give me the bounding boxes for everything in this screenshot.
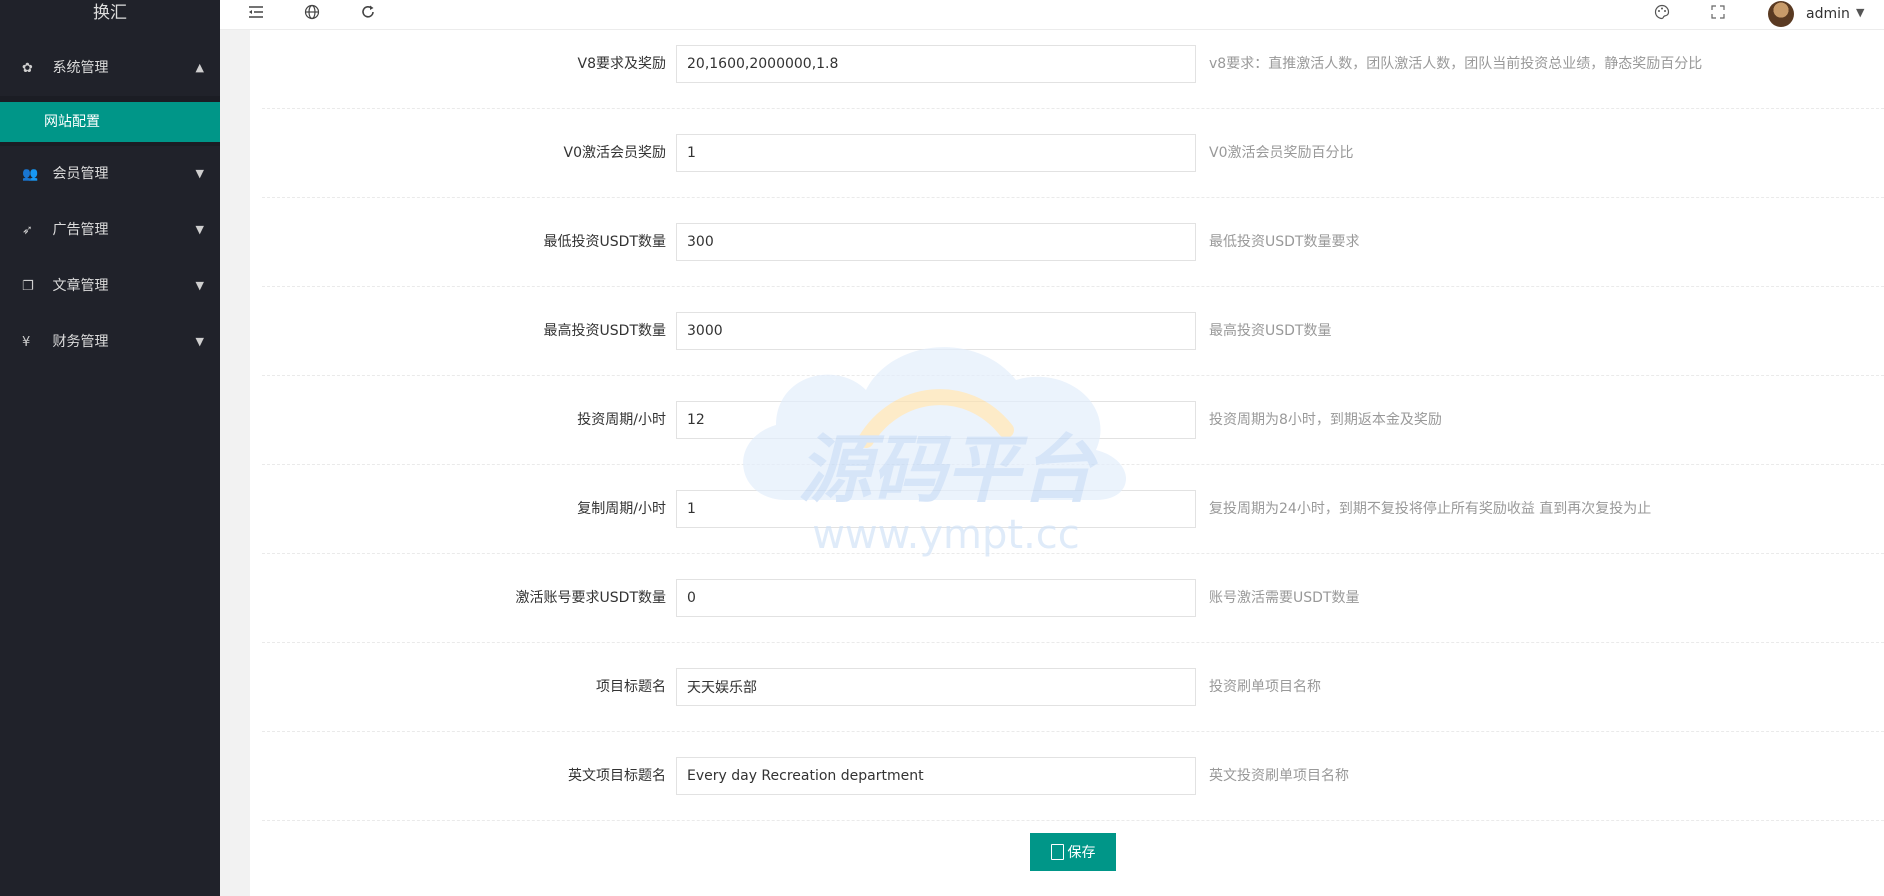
sidebar-item-label: 会员管理 — [52, 166, 109, 182]
form-tip: 最低投资USDT数量要求 — [1209, 234, 1360, 250]
form-input[interactable] — [676, 223, 1196, 261]
form-label: V0激活会员奖励 — [563, 145, 666, 161]
save-button-label: 保存 — [1067, 845, 1096, 861]
form-row: V8要求及奖励 v8要求：直推激活人数，团队激活人数，团队当前投资总业绩，静态奖励… — [262, 20, 1884, 109]
sidebar-item-members[interactable]: 👥 会员管理 ▼ — [0, 146, 220, 202]
form-tip: 投资周期为8小时，到期返本金及奖励 — [1209, 412, 1442, 428]
form-tip: 投资刷单项目名称 — [1209, 679, 1321, 695]
form-label: 激活账号要求USDT数量 — [515, 590, 666, 606]
form-row: 英文项目标题名 英文投资刷单项目名称 — [262, 732, 1884, 821]
form-input[interactable] — [676, 579, 1196, 617]
form-label: 最高投资USDT数量 — [543, 323, 666, 339]
form-row: 复制周期/小时 复投周期为24小时，到期不复投将停止所有奖励收益 直到再次复投为止 — [262, 465, 1884, 554]
form-row: 投资周期/小时 投资周期为8小时，到期返本金及奖励 — [262, 376, 1884, 465]
document-icon — [1050, 844, 1064, 860]
sidebar-item-articles[interactable]: ❐ 文章管理 ▼ — [0, 258, 220, 314]
form-row: V0激活会员奖励 V0激活会员奖励百分比 — [262, 109, 1884, 198]
sidebar-item-label: 系统管理 — [52, 60, 109, 76]
form-tip: 复投周期为24小时，到期不复投将停止所有奖励收益 直到再次复投为止 — [1209, 501, 1652, 517]
form-label: 投资周期/小时 — [577, 412, 666, 428]
form-input[interactable] — [676, 45, 1196, 83]
form-label: V8要求及奖励 — [577, 56, 666, 72]
sidebar-item-label: 文章管理 — [52, 278, 109, 294]
form-tip: V0激活会员奖励百分比 — [1209, 145, 1354, 161]
form-row: 项目标题名 投资刷单项目名称 — [262, 643, 1884, 732]
users-icon: 👥 — [22, 167, 39, 182]
form-row: 激活账号要求USDT数量 账号激活需要USDT数量 — [262, 554, 1884, 643]
form-input[interactable] — [676, 757, 1196, 795]
form-input[interactable] — [676, 134, 1196, 172]
chevron-down-icon: ▼ — [195, 167, 204, 180]
chevron-down-icon: ▼ — [195, 335, 204, 348]
chevron-down-icon: ▼ — [195, 223, 204, 236]
form-input[interactable] — [676, 401, 1196, 439]
sidebar: 换汇 ✿ 系统管理 ▲ 网站配置 👥 会员管理 ▼ ➶ 广告管理 ▼ ❐ 文章管… — [0, 0, 220, 896]
rocket-icon: ➶ — [22, 223, 33, 238]
yen-icon: ¥ — [22, 335, 31, 350]
form-label: 英文项目标题名 — [568, 768, 666, 784]
chevron-down-icon: ▼ — [195, 279, 204, 292]
sidebar-submenu-system: 网站配置 — [0, 96, 220, 146]
copy-icon: ❐ — [22, 279, 34, 294]
save-button[interactable]: 保存 — [1030, 833, 1116, 871]
main-content: V8要求及奖励 v8要求：直推激活人数，团队激活人数，团队当前投资总业绩，静态奖励… — [250, 30, 1884, 896]
form-tip: 英文投资刷单项目名称 — [1209, 768, 1349, 784]
form-tip: 账号激活需要USDT数量 — [1209, 590, 1360, 606]
sidebar-item-label: 广告管理 — [52, 222, 109, 238]
form-label: 项目标题名 — [596, 679, 666, 695]
form-input[interactable] — [676, 490, 1196, 528]
app-logo: 换汇 — [93, 3, 127, 23]
form-input[interactable] — [676, 668, 1196, 706]
sidebar-item-system[interactable]: ✿ 系统管理 ▲ — [0, 40, 220, 96]
form-tip: 最高投资USDT数量 — [1209, 323, 1332, 339]
gear-icon: ✿ — [22, 61, 33, 76]
sidebar-subitem-site-config[interactable]: 网站配置 — [0, 102, 220, 142]
form-label: 最低投资USDT数量 — [543, 234, 666, 250]
form-input[interactable] — [676, 312, 1196, 350]
caret-down-icon[interactable]: ▼ — [1856, 6, 1864, 19]
chevron-up-icon: ▲ — [195, 61, 204, 74]
sidebar-item-ads[interactable]: ➶ 广告管理 ▼ — [0, 202, 220, 258]
form-label: 复制周期/小时 — [577, 501, 666, 517]
form-tip: v8要求：直推激活人数，团队激活人数，团队当前投资总业绩，静态奖励百分比 — [1209, 56, 1703, 72]
sidebar-item-label: 财务管理 — [52, 334, 109, 350]
form-row: 最低投资USDT数量 最低投资USDT数量要求 — [262, 198, 1884, 287]
form-row: 最高投资USDT数量 最高投资USDT数量 — [262, 287, 1884, 376]
sidebar-item-finance[interactable]: ¥ 财务管理 ▼ — [0, 314, 220, 370]
